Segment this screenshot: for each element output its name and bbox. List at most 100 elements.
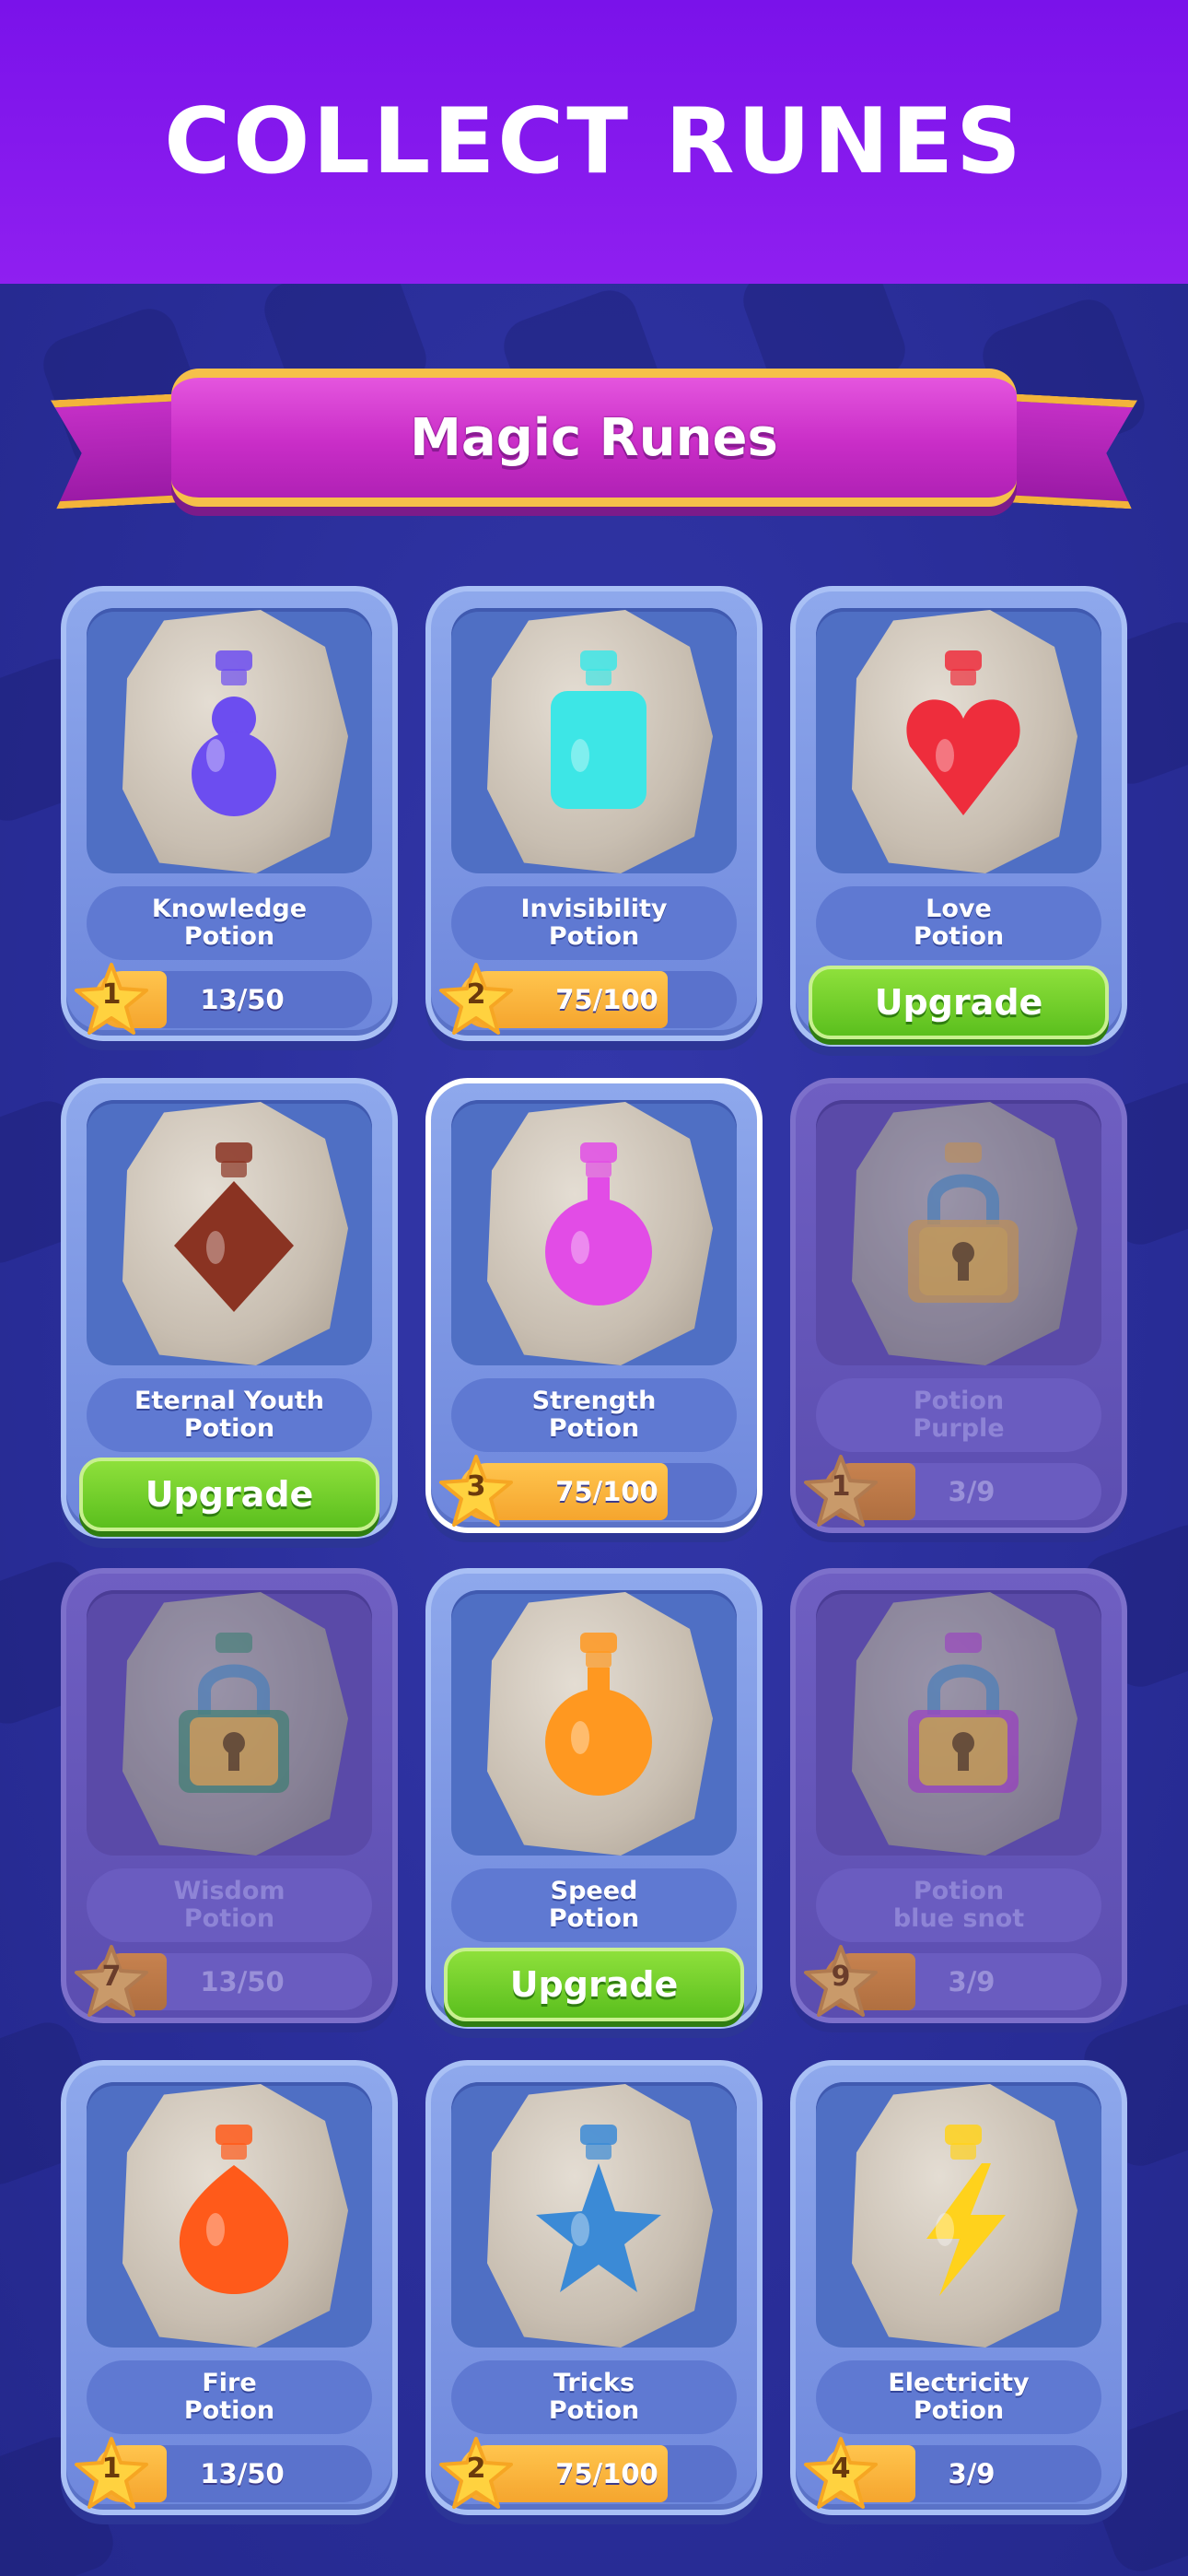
rune-card[interactable]: Love Potion Upgrade	[790, 586, 1127, 1047]
potion-name-line2: Potion	[183, 1414, 275, 1443]
potion-name: Knowledge Potion	[87, 886, 372, 960]
lock-icon	[169, 1627, 298, 1811]
lock-icon	[899, 1627, 1028, 1811]
square-potion-icon	[534, 645, 663, 829]
rune-card[interactable]: Potion blue snot 3/9 9	[790, 1568, 1127, 2023]
star-icon: 7	[74, 1944, 149, 2020]
star-icon: 1	[803, 1454, 879, 1529]
rune-stone-frame	[87, 1100, 372, 1365]
rune-card[interactable]: Fire Potion 13/50 1	[61, 2060, 398, 2515]
potion-name: Invisibility Potion	[451, 886, 737, 960]
lock-icon	[899, 1137, 1028, 1321]
progress-bar: 3/9 4	[804, 2437, 1101, 2509]
potion-name: Potion blue snot	[816, 1868, 1101, 1942]
star-icon: 1	[74, 962, 149, 1037]
star-icon: 9	[803, 1944, 879, 2020]
star-icon: 3	[438, 1454, 514, 1529]
level-number: 1	[101, 2453, 122, 2485]
gourd-potion-icon	[169, 645, 298, 829]
upgrade-button[interactable]: Upgrade	[79, 1458, 379, 1531]
level-number: 7	[101, 1961, 122, 1993]
progress-bar: 75/100 2	[439, 2437, 737, 2509]
potion-name-line1: Eternal Youth	[134, 1387, 325, 1415]
potion-name: Eternal Youth Potion	[87, 1378, 372, 1452]
star-icon: 4	[803, 2436, 879, 2512]
rune-stone-frame	[87, 608, 372, 873]
potion-name-line2: Potion	[548, 2396, 640, 2425]
rune-card[interactable]: Eternal Youth Potion Upgrade	[61, 1078, 398, 1539]
rune-card[interactable]: Strength Potion 75/100 3	[425, 1078, 763, 1533]
potion-name-line2: Potion	[913, 922, 1005, 951]
potion-name-line2: Potion	[548, 1414, 640, 1443]
potion-name-line1: Invisibility	[520, 895, 668, 923]
rune-card[interactable]: Tricks Potion 75/100 2	[425, 2060, 763, 2515]
page-title: COLLECT RUNES	[164, 89, 1024, 194]
level-number: 1	[831, 1470, 851, 1503]
potion-name-line2: Potion	[183, 2396, 275, 2425]
rune-stone-frame	[816, 2082, 1101, 2348]
potion-name: Electricity Potion	[816, 2360, 1101, 2434]
rune-stone-frame	[816, 608, 1101, 873]
rune-card[interactable]: Knowledge Potion 13/50 1	[61, 586, 398, 1041]
ribbon-band: Magic Runes	[171, 369, 1017, 507]
potion-name-line2: Purple	[913, 1414, 1005, 1443]
potion-name-line1: Fire	[202, 2369, 257, 2397]
level-number: 4	[831, 2453, 851, 2485]
level-number: 9	[831, 1961, 851, 1993]
potion-name-line1: Potion	[913, 1877, 1005, 1905]
magic-runes-banner: Magic Runes	[53, 369, 1135, 525]
bolt-potion-icon	[899, 2119, 1028, 2303]
progress-bar: 13/50 7	[75, 1945, 372, 2017]
rune-stone-frame	[451, 2082, 737, 2348]
round-potion-icon	[534, 1137, 663, 1321]
banner-title: Magic Runes	[410, 407, 778, 468]
upgrade-button[interactable]: Upgrade	[444, 1948, 744, 2021]
progress-bar: 13/50 1	[75, 963, 372, 1035]
potion-name: Strength Potion	[451, 1378, 737, 1452]
flame-potion-icon	[169, 2119, 298, 2303]
rune-stone-frame	[451, 1100, 737, 1365]
rune-card[interactable]: Speed Potion Upgrade	[425, 1568, 763, 2029]
potion-name: Potion Purple	[816, 1378, 1101, 1452]
level-number: 2	[466, 2453, 486, 2485]
rune-stone-frame	[87, 1590, 372, 1856]
potion-name-line2: blue snot	[892, 1904, 1025, 1933]
diamond-potion-icon	[169, 1137, 298, 1321]
potion-name-line1: Knowledge	[151, 895, 308, 923]
rune-stone-frame	[451, 608, 737, 873]
rune-card[interactable]: Invisibility Potion 75/100 2	[425, 586, 763, 1041]
potion-name-line1: Strength	[531, 1387, 657, 1415]
rune-stone-frame	[816, 1100, 1101, 1365]
heart-potion-icon	[899, 645, 1028, 829]
rune-stone-frame	[87, 2082, 372, 2348]
potion-name-line1: Speed	[550, 1877, 638, 1905]
potion-name-line2: Potion	[548, 1904, 640, 1933]
potion-name-line1: Electricity	[888, 2369, 1030, 2397]
rune-card[interactable]: Electricity Potion 3/9 4	[790, 2060, 1127, 2515]
potion-name-line1: Tricks	[553, 2369, 635, 2397]
progress-bar: 13/50 1	[75, 2437, 372, 2509]
star-icon: 2	[438, 962, 514, 1037]
level-number: 1	[101, 978, 122, 1011]
progress-bar: 75/100 3	[439, 1455, 737, 1527]
potion-name-line2: Potion	[548, 922, 640, 951]
rune-stone-frame	[816, 1590, 1101, 1856]
potion-name-line1: Love	[926, 895, 992, 923]
potion-name-line2: Potion	[183, 1904, 275, 1933]
level-number: 3	[466, 1470, 486, 1503]
potion-name-line2: Potion	[183, 922, 275, 951]
potion-name: Speed Potion	[451, 1868, 737, 1942]
potion-name: Wisdom Potion	[87, 1868, 372, 1942]
star-icon: 2	[438, 2436, 514, 2512]
potion-name-line1: Potion	[913, 1387, 1005, 1415]
potion-name-line2: Potion	[913, 2396, 1005, 2425]
level-number: 2	[466, 978, 486, 1011]
star-potion-icon	[534, 2119, 663, 2303]
potion-name-line1: Wisdom	[173, 1877, 285, 1905]
progress-bar: 3/9 1	[804, 1455, 1101, 1527]
progress-bar: 75/100 2	[439, 963, 737, 1035]
rune-card[interactable]: Potion Purple 3/9 1	[790, 1078, 1127, 1533]
rune-card[interactable]: Wisdom Potion 13/50 7	[61, 1568, 398, 2023]
upgrade-button[interactable]: Upgrade	[809, 966, 1109, 1039]
round-potion-icon	[534, 1627, 663, 1811]
